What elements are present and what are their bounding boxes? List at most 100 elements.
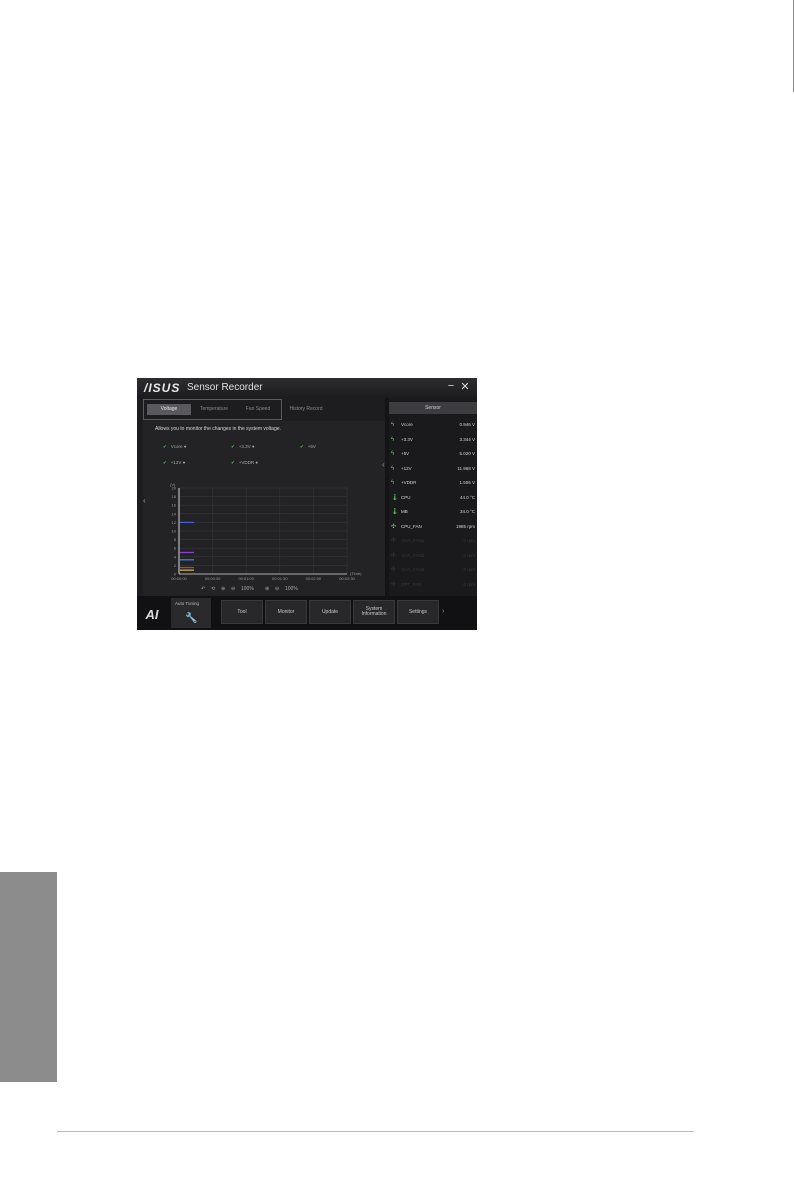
y-tick-label: 6 xyxy=(174,546,177,551)
voltage-icon: ϟ xyxy=(391,451,395,457)
fan-icon: ✣ xyxy=(391,523,397,530)
sensor-row: ϟ Vcore 0.946 V xyxy=(391,418,475,432)
sensor-name: +12V xyxy=(401,465,412,471)
sensor-row: 🌡 CPU 44.0 °C xyxy=(391,491,475,505)
sensor-value: 3.344 V xyxy=(459,436,475,442)
checkbox-12v[interactable]: ✔ +12V ● xyxy=(163,460,185,466)
auto-tuning-button[interactable]: Auto Tuning 🔧 xyxy=(171,598,211,628)
sensor-row: ✣ CHA_FAN2 0 rpm xyxy=(391,549,475,563)
nav-tool-button[interactable]: Tool xyxy=(221,600,263,624)
sensor-name: CHA_FAN1 xyxy=(401,538,425,543)
check-icon: ✔ xyxy=(163,460,167,465)
fan-icon: ✣ xyxy=(391,538,397,544)
close-button[interactable]: ✕ xyxy=(458,380,472,393)
sensor-button[interactable]: Sensor xyxy=(389,402,477,414)
y-tick-label: 4 xyxy=(174,554,177,559)
asus-logo: /ISUS xyxy=(144,381,181,395)
sensor-recorder-window: /ISUS Sensor Recorder − ✕ Voltage Temper… xyxy=(137,378,477,630)
sensor-value: 0.946 V xyxy=(459,422,475,427)
sensor-name: CPU xyxy=(401,494,411,500)
sensor-name: CPU_FAN xyxy=(401,523,422,529)
x-axis-label: (Time) xyxy=(350,571,362,576)
nav-update-button[interactable]: Update xyxy=(309,600,351,624)
y-tick-label: 8 xyxy=(174,537,177,542)
zoom-in-icon[interactable]: ⊕ xyxy=(265,586,269,592)
checkbox-label: +VDDR ● xyxy=(238,460,259,465)
zoom-out-icon[interactable]: ⊖ xyxy=(275,586,279,592)
sensor-value: 0 rpm xyxy=(463,567,475,572)
collapse-left-icon[interactable]: ‹ xyxy=(143,496,146,505)
sensor-row: ϟ +3.3V 3.344 V xyxy=(391,433,475,447)
x-tick-label: 00:01:30 xyxy=(272,576,288,581)
sensor-value: 44.0 °C xyxy=(459,494,475,500)
window-title: Sensor Recorder xyxy=(187,382,263,393)
sensor-value: 0 rpm xyxy=(463,552,475,558)
checkbox-label: +12V ● xyxy=(170,460,186,465)
check-icon: ✔ xyxy=(300,444,304,449)
sensor-row: ϟ +VDDR 1.506 V xyxy=(391,476,475,490)
checkbox-label: Vcore ● xyxy=(170,444,187,449)
sensor-value: 34.0 °C xyxy=(459,509,475,514)
nav-next-icon[interactable]: › xyxy=(442,608,444,615)
checkbox-label: +3.3V ● xyxy=(238,444,255,449)
ai-suite-logo: AI xyxy=(145,607,159,622)
fan-icon: ✣ xyxy=(391,567,397,573)
sensor-row: 🌡 MB 34.0 °C xyxy=(391,505,475,519)
sensor-value: 5.020 V xyxy=(459,451,475,456)
checkbox-label: +5V xyxy=(307,444,316,449)
zoom-out-icon[interactable]: ⊖ xyxy=(231,586,235,592)
sensor-row: ϟ +12V 11.968 V xyxy=(391,462,475,476)
sensor-value: 1.506 V xyxy=(459,480,475,485)
y-tick-label: 10 xyxy=(172,529,177,534)
sensor-value: 1985 rpm xyxy=(455,523,475,529)
undo-icon[interactable]: ↶ xyxy=(201,586,205,592)
zoom-in-icon[interactable]: ⊕ xyxy=(221,586,225,592)
nav-settings-button[interactable]: Settings xyxy=(397,600,439,624)
sensor-name: OPT_FAN xyxy=(401,581,422,587)
nav-system-information-button[interactable]: System Information xyxy=(353,600,395,624)
sensor-value: 11.968 V xyxy=(457,465,475,471)
wrench-icon: 🔧 xyxy=(185,613,198,624)
checkbox-vddr[interactable]: ✔ +VDDR ● xyxy=(231,460,258,466)
sensor-name: MB xyxy=(401,509,408,514)
y-tick-label: 12 xyxy=(172,520,177,525)
y-tick-label: 14 xyxy=(172,511,177,516)
temperature-icon: 🌡 xyxy=(391,509,399,515)
voltage-icon: ϟ xyxy=(391,465,395,472)
tab-temperature[interactable]: Temperature xyxy=(192,404,236,415)
auto-tuning-label: Auto Tuning xyxy=(175,601,200,606)
zoom-level-a: 100% xyxy=(241,586,254,592)
chapter-side-tab xyxy=(0,872,57,1082)
x-tick-label: 00:02:30 xyxy=(339,576,355,581)
checkbox-5v[interactable]: ✔ +5V xyxy=(300,444,316,450)
voltage-icon: ϟ xyxy=(391,480,395,486)
tab-history-record[interactable]: History Record xyxy=(283,404,329,415)
y-axis-label: (V) xyxy=(170,482,176,487)
sensor-row: ✣ CHA_FAN1 0 rpm xyxy=(391,534,475,548)
sensor-row: ✣ CPU_FAN 1985 rpm xyxy=(391,520,475,534)
footer-rule xyxy=(57,1131,694,1132)
check-icon: ✔ xyxy=(231,460,235,465)
voltage-chart: 0246810121416182000:00:00 00:00:30 00:01:0… xyxy=(170,482,362,581)
tab-voltage[interactable]: Voltage xyxy=(147,404,191,415)
x-tick-label: 00:02:00 xyxy=(306,576,322,581)
tab-fan-speed[interactable]: Fan Speed xyxy=(237,404,279,415)
fan-icon: ✣ xyxy=(391,581,397,588)
voltage-icon: ϟ xyxy=(391,422,395,428)
temperature-icon: 🌡 xyxy=(391,494,399,501)
voltage-icon: ϟ xyxy=(391,436,395,443)
y-tick-label: 2 xyxy=(174,563,177,568)
check-icon: ✔ xyxy=(163,444,167,449)
checkbox-vcore[interactable]: ✔ Vcore ● xyxy=(163,444,187,450)
sensor-name: CHA_FAN3 xyxy=(401,567,425,572)
minimize-button[interactable]: − xyxy=(444,380,458,392)
zoom-level-b: 100% xyxy=(285,586,298,592)
sensor-name: +VDDR xyxy=(401,480,417,485)
nav-monitor-button[interactable]: Monitor xyxy=(265,600,307,624)
fan-icon: ✣ xyxy=(391,552,397,559)
reset-icon[interactable]: ⟲ xyxy=(211,586,215,592)
checkbox-3v3[interactable]: ✔ +3.3V ● xyxy=(231,444,255,450)
panel-description: Allows you to monitor the changes in the… xyxy=(155,426,281,432)
x-tick-label: 00:00:30 xyxy=(205,576,221,581)
sensor-row: ✣ OPT_FAN 0 rpm xyxy=(391,578,475,592)
